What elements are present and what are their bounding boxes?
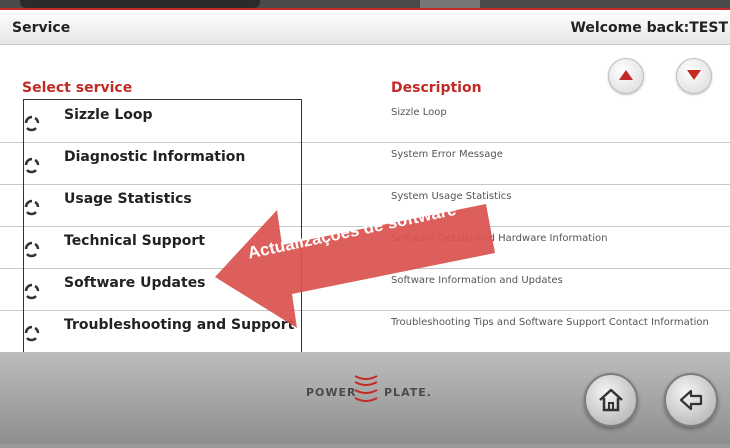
service-row-troubleshooting-and-support[interactable]: Troubleshooting and Support Troubleshoot… [0, 311, 730, 352]
service-row-software-updates[interactable]: Software Updates Software Information an… [0, 269, 730, 311]
service-label: Sizzle Loop [64, 107, 153, 123]
device-top-strip [0, 0, 730, 8]
service-description: System Error Message [391, 149, 503, 160]
triangle-down-icon [687, 70, 701, 80]
header-bar: Service Welcome back:TEST [0, 10, 730, 45]
spinner-icon [24, 283, 40, 300]
back-button[interactable] [664, 373, 718, 427]
service-description: Software Details and Hardware Informatio… [391, 233, 608, 244]
service-row-technical-support[interactable]: Technical Support Software Details and H… [0, 227, 730, 269]
device-bezel-shape [420, 0, 480, 8]
description-heading: Description [391, 80, 482, 96]
service-row-sizzle-loop[interactable]: Sizzle Loop Sizzle Loop [0, 101, 730, 143]
back-arrow-icon [679, 389, 703, 411]
logo-mark-icon [354, 375, 378, 402]
spinner-icon [24, 241, 40, 258]
service-label: Technical Support [64, 233, 205, 249]
service-description: Software Information and Updates [391, 275, 563, 286]
spinner-icon [24, 157, 40, 174]
scroll-down-button[interactable] [676, 58, 712, 94]
home-button[interactable] [584, 373, 638, 427]
scroll-up-button[interactable] [608, 58, 644, 94]
home-icon [599, 388, 623, 412]
service-description: Sizzle Loop [391, 107, 447, 118]
spinner-icon [24, 199, 40, 216]
logo-word-plate: PLATE. [384, 386, 432, 399]
page-title: Service [12, 20, 71, 36]
service-row-usage-statistics[interactable]: Usage Statistics System Usage Statistics [0, 185, 730, 227]
service-label: Software Updates [64, 275, 206, 291]
logo-word-power: POWER [306, 386, 357, 399]
service-label: Usage Statistics [64, 191, 192, 207]
triangle-up-icon [619, 70, 633, 80]
service-label: Troubleshooting and Support [64, 317, 295, 333]
spinner-icon [24, 325, 40, 342]
select-service-heading: Select service [22, 80, 133, 96]
service-label: Diagnostic Information [64, 149, 246, 165]
service-row-diagnostic-information[interactable]: Diagnostic Information System Error Mess… [0, 143, 730, 185]
service-description: Troubleshooting Tips and Software Suppor… [391, 317, 709, 328]
welcome-message: Welcome back:TEST [570, 20, 728, 36]
service-description: System Usage Statistics [391, 191, 512, 202]
spinner-icon [24, 115, 40, 132]
service-screen: Service Welcome back:TEST Select service… [0, 8, 730, 354]
device-bezel-shape [20, 0, 260, 8]
